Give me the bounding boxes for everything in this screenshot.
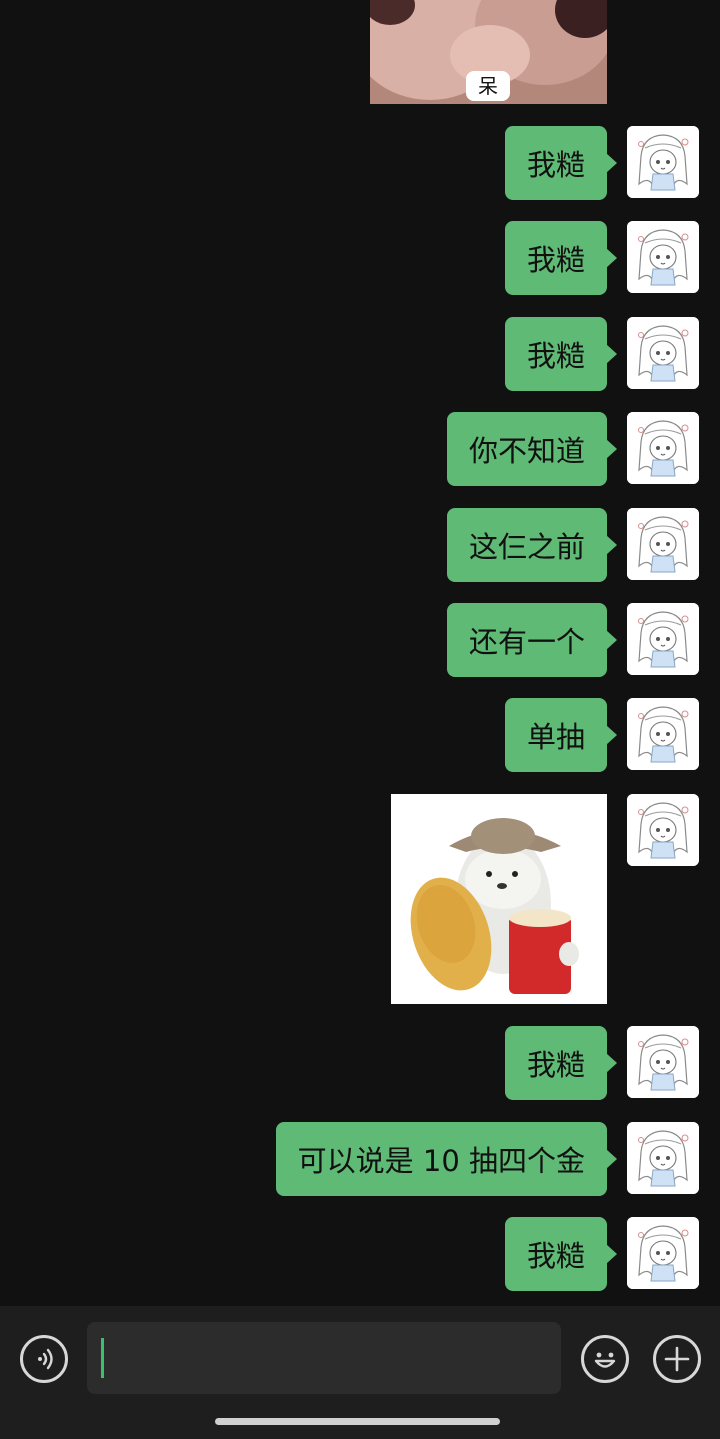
anime-girl-avatar-icon: [627, 794, 699, 866]
anime-girl-avatar-icon: [627, 317, 699, 389]
message-bubble[interactable]: 可以说是 10 抽四个金: [275, 1122, 618, 1196]
message-bubble[interactable]: 我糙: [504, 1026, 618, 1100]
user-avatar[interactable]: [627, 412, 699, 484]
user-avatar[interactable]: [627, 603, 699, 675]
anime-girl-avatar-icon: [627, 698, 699, 770]
user-avatar[interactable]: [627, 126, 699, 198]
emoji-button[interactable]: [581, 1335, 629, 1383]
message-row: 这仨之前: [0, 508, 720, 582]
message-row: 还有一个: [0, 603, 720, 677]
message-row: 我糙: [0, 1217, 720, 1291]
message-row: 我糙: [0, 1026, 720, 1100]
message-row: [0, 794, 720, 868]
message-bubble[interactable]: 还有一个: [446, 603, 618, 677]
message-row: 我糙: [0, 126, 720, 200]
anime-girl-avatar-icon: [627, 412, 699, 484]
emoji-icon: [594, 1352, 616, 1368]
user-avatar[interactable]: [627, 317, 699, 389]
home-indicator: [215, 1418, 500, 1425]
anime-girl-avatar-icon: [627, 1122, 699, 1194]
message-row: 单抽: [0, 698, 720, 772]
anime-girl-avatar-icon: [627, 603, 699, 675]
anime-girl-avatar-icon: [627, 1026, 699, 1098]
user-avatar[interactable]: [627, 1122, 699, 1194]
anime-girl-avatar-icon: [627, 1217, 699, 1289]
message-bubble[interactable]: 我糙: [504, 1217, 618, 1291]
message-bubble[interactable]: 我糙: [504, 126, 618, 200]
message-row: 你不知道: [0, 412, 720, 486]
voice-button[interactable]: [20, 1335, 68, 1383]
user-avatar[interactable]: [627, 1217, 699, 1289]
text-caret: [101, 1338, 104, 1378]
sticker-image-top[interactable]: 呆: [370, 0, 607, 104]
message-row: 我糙: [0, 317, 720, 391]
anime-girl-avatar-icon: [627, 221, 699, 293]
message-bubble[interactable]: 这仨之前: [446, 508, 618, 582]
voice-icon: [38, 1348, 53, 1370]
chat-area[interactable]: 呆 我糙 我糙 我糙 你不知道 这仨之前 还有一个 单抽 我糙 可以说是 10 …: [0, 0, 720, 1306]
message-input[interactable]: [87, 1322, 561, 1394]
user-avatar[interactable]: [627, 794, 699, 866]
sticker-caption: 呆: [466, 71, 510, 101]
user-avatar[interactable]: [627, 221, 699, 293]
message-bubble[interactable]: 我糙: [504, 317, 618, 391]
more-button[interactable]: [653, 1335, 701, 1383]
message-row: 我糙: [0, 221, 720, 295]
user-avatar[interactable]: [627, 1026, 699, 1098]
user-avatar[interactable]: [627, 698, 699, 770]
message-row: 可以说是 10 抽四个金: [0, 1122, 720, 1196]
user-avatar[interactable]: [627, 508, 699, 580]
message-bubble[interactable]: 你不知道: [446, 412, 618, 486]
message-bubble[interactable]: 我糙: [504, 221, 618, 295]
anime-girl-avatar-icon: [627, 508, 699, 580]
plus-icon: [664, 1346, 690, 1372]
message-bubble[interactable]: 单抽: [504, 698, 618, 772]
anime-girl-avatar-icon: [627, 126, 699, 198]
